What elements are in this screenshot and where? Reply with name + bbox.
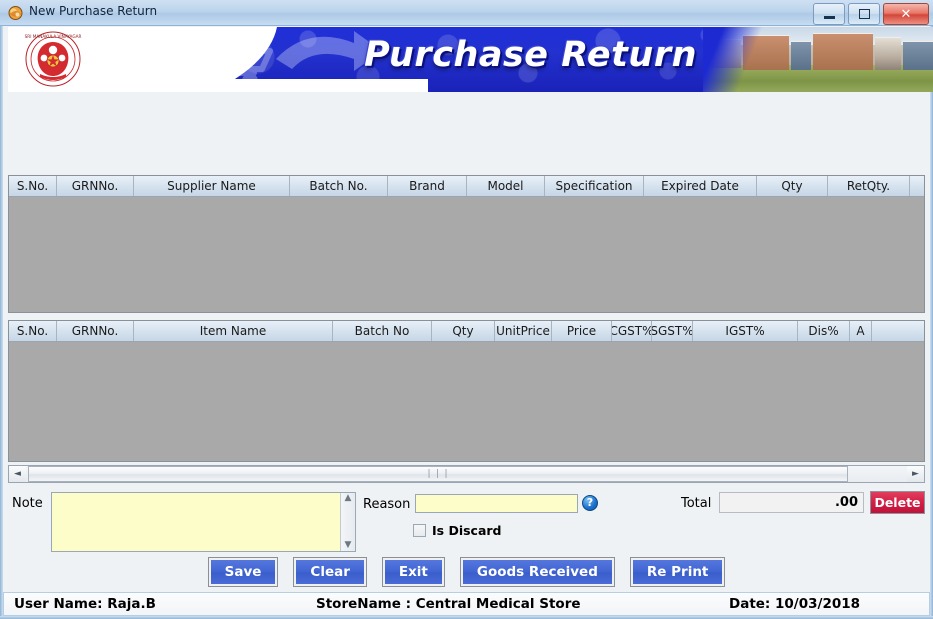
photo-building: [875, 37, 901, 70]
button-label: Clear: [296, 560, 364, 584]
supplier-grid-column-header[interactable]: GRNNo.: [57, 176, 134, 196]
items-grid-column-header[interactable]: Batch No: [333, 321, 432, 341]
items-grid-column-header[interactable]: GRNNo.: [57, 321, 134, 341]
note-label: Note: [12, 496, 43, 511]
supplier-grid-column-header[interactable]: Batch No.: [290, 176, 388, 196]
supplier-grid-column-header[interactable]: Specification: [545, 176, 644, 196]
note-scroll-up-icon[interactable]: ▲: [345, 493, 352, 504]
items-grid-column-header[interactable]: S.No.: [9, 321, 57, 341]
maximize-button[interactable]: [848, 3, 880, 25]
title-bar: New Purchase Return ✕: [0, 0, 933, 26]
status-store-name: StoreName : Central Medical Store: [316, 596, 581, 612]
total-value: .00: [719, 492, 864, 513]
button-label: Re Print: [632, 560, 723, 584]
purchase-return-window: New Purchase Return ✕ SRI MANAKULA VINAY…: [0, 0, 933, 619]
items-grid-column-header[interactable]: SGST%: [652, 321, 693, 341]
items-grid-column-header[interactable]: Qty: [432, 321, 495, 341]
campus-photo: [703, 27, 933, 92]
items-grid-column-header[interactable]: Dis%: [798, 321, 850, 341]
is-discard-label: Is Discard: [432, 523, 502, 538]
button-label: Exit: [384, 560, 442, 584]
supplier-grid-column-header[interactable]: Model: [467, 176, 545, 196]
banner-title: Purchase Return: [364, 35, 697, 75]
photo-building: [813, 33, 873, 70]
scroll-track[interactable]: ❘❘❘: [26, 466, 907, 482]
items-grid-column-header[interactable]: IGST%: [693, 321, 798, 341]
action-button-bar: Save Clear Exit Goods Received Re Print: [0, 557, 933, 587]
window-controls: ✕: [813, 3, 929, 25]
supplier-grid[interactable]: S.No. GRNNo. Supplier Name Batch No. Brand Mo…: [8, 175, 925, 313]
scroll-left-arrow-icon[interactable]: ◄: [9, 466, 26, 482]
supplier-grid-column-header[interactable]: S.No.: [9, 176, 57, 196]
items-grid-column-header[interactable]: UnitPrice: [495, 321, 552, 341]
institute-logo-icon: SRI MANAKULA VINAYAGAR: [25, 31, 82, 87]
button-label: Save: [210, 560, 276, 584]
supplier-grid-body[interactable]: [9, 197, 924, 312]
note-scrollbar[interactable]: ▲ ▼: [340, 493, 355, 551]
button-label: Goods Received: [462, 560, 612, 584]
items-grid-column-header[interactable]: Item Name: [134, 321, 333, 341]
items-grid-hscrollbar[interactable]: ◄ ❘❘❘ ►: [8, 465, 925, 483]
supplier-grid-header: S.No. GRNNo. Supplier Name Batch No. Brand Mo…: [9, 176, 924, 197]
reason-label: Reason: [363, 497, 411, 512]
reason-help-icon[interactable]: ?: [582, 495, 598, 511]
items-grid[interactable]: S.No. GRNNo. Item Name Batch No Qty UnitPrice…: [8, 320, 925, 462]
supplier-grid-column-header[interactable]: Brand: [388, 176, 467, 196]
goods-received-button[interactable]: Goods Received: [459, 557, 615, 587]
save-button[interactable]: Save: [207, 557, 279, 587]
photo-building: [903, 41, 933, 70]
note-field-wrapper[interactable]: ▲ ▼: [51, 492, 356, 552]
supplier-grid-column-header[interactable]: Qty: [757, 176, 828, 196]
exit-button[interactable]: Exit: [381, 557, 445, 587]
scroll-grip-icon: ❘❘❘: [425, 469, 451, 479]
scroll-thumb[interactable]: ❘❘❘: [28, 466, 848, 482]
supplier-grid-column-header[interactable]: RetQty.: [828, 176, 910, 196]
items-grid-body[interactable]: [9, 342, 924, 461]
note-textarea[interactable]: [52, 493, 340, 551]
svg-text:SRI MANAKULA VINAYAGAR: SRI MANAKULA VINAYAGAR: [25, 34, 82, 39]
supplier-grid-column-header[interactable]: Supplier Name: [134, 176, 290, 196]
header-banner: SRI MANAKULA VINAYAGAR Purchase Return: [8, 27, 933, 92]
delete-button[interactable]: Delete: [870, 491, 925, 514]
supplier-grid-column-header[interactable]: Expired Date: [644, 176, 757, 196]
scroll-right-arrow-icon[interactable]: ►: [907, 466, 924, 482]
window-title: New Purchase Return: [29, 4, 158, 18]
items-grid-header: S.No. GRNNo. Item Name Batch No Qty UnitPrice…: [9, 321, 924, 342]
items-grid-column-header[interactable]: A: [850, 321, 872, 341]
maximize-icon: [849, 4, 879, 24]
status-date: Date: 10/03/2018: [729, 596, 861, 612]
is-discard-checkbox[interactable]: [413, 524, 426, 537]
photo-building: [791, 41, 811, 70]
total-label: Total: [681, 496, 712, 511]
note-scroll-down-icon[interactable]: ▼: [345, 540, 352, 551]
status-user-name: User Name: Raja.B: [14, 596, 156, 612]
minimize-button[interactable]: [813, 3, 845, 25]
clear-button[interactable]: Clear: [293, 557, 367, 587]
items-grid-column-header[interactable]: CGST%: [612, 321, 652, 341]
form-fields: StoreName Central Medical Store Supplier…: [0, 92, 933, 261]
close-button[interactable]: ✕: [883, 3, 929, 25]
minimize-icon: [814, 4, 844, 24]
close-icon: ✕: [900, 6, 912, 22]
reason-input[interactable]: [415, 494, 578, 513]
re-print-button[interactable]: Re Print: [629, 557, 726, 587]
status-bar: User Name: Raja.B StoreName : Central Me…: [3, 592, 930, 616]
application-icon: [8, 6, 23, 20]
items-grid-column-header[interactable]: Price: [552, 321, 612, 341]
